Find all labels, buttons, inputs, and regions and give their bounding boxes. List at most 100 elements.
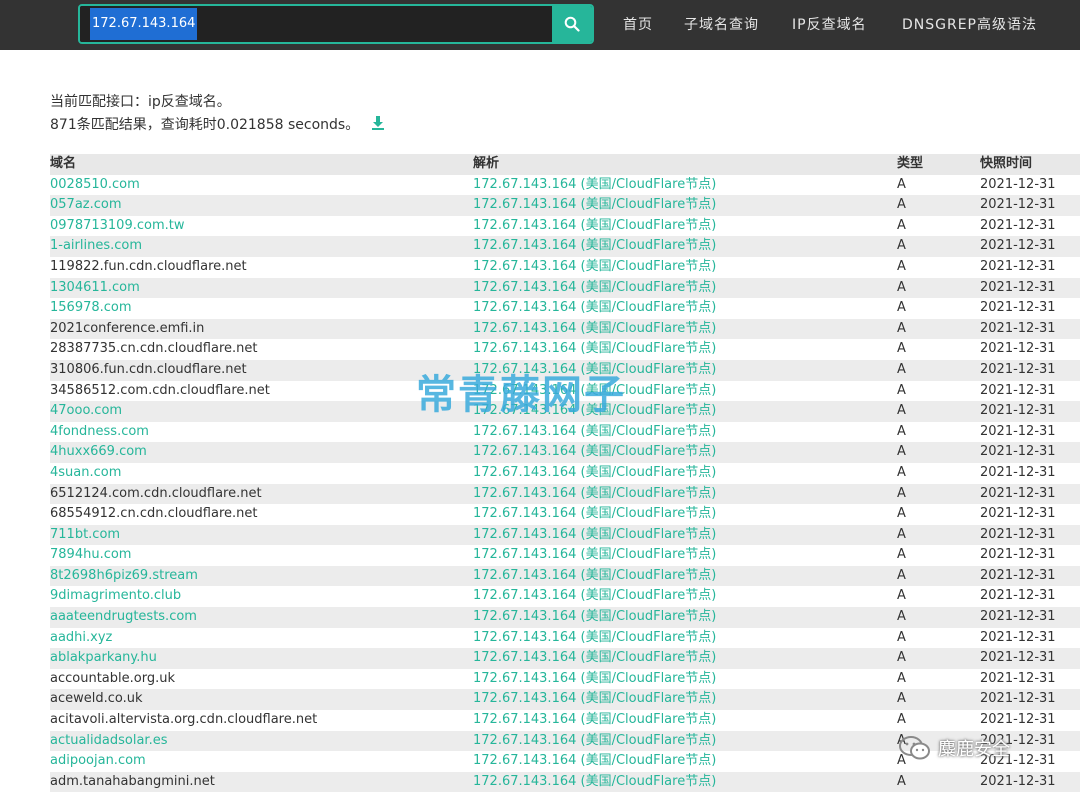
domain-cell: 310806.fun.cdn.cloudflare.net bbox=[50, 360, 473, 381]
domain-link[interactable]: ablakparkany.hu bbox=[50, 650, 157, 665]
search-button[interactable] bbox=[552, 6, 592, 42]
domain-link[interactable]: 0028510.com bbox=[50, 177, 140, 192]
record-type-cell: A bbox=[897, 650, 906, 666]
record-type-cell: A bbox=[897, 526, 906, 542]
resolve-link[interactable]: 172.67.143.164 (美国/CloudFlare节点) bbox=[473, 300, 716, 315]
resolve-link[interactable]: 172.67.143.164 (美国/CloudFlare节点) bbox=[473, 259, 716, 274]
snapshot-date-cell: 2021-12-31 bbox=[980, 444, 1056, 460]
resolve-link[interactable]: 172.67.143.164 (美国/CloudFlare节点) bbox=[473, 671, 716, 686]
domain-link[interactable]: actualidadsolar.es bbox=[50, 733, 167, 748]
top-navbar: 172.67.143.164 首页 子域名查询 IP反查域名 DNSGREP高级… bbox=[0, 0, 1080, 50]
resolve-link[interactable]: 172.67.143.164 (美国/CloudFlare节点) bbox=[473, 238, 716, 253]
domain-link[interactable]: 1-airlines.com bbox=[50, 238, 142, 253]
resolve-link[interactable]: 172.67.143.164 (美国/CloudFlare节点) bbox=[473, 774, 716, 789]
resolve-cell: 172.67.143.164 (美国/CloudFlare节点) bbox=[473, 442, 897, 463]
domain-cell: 8t2698h6piz69.stream bbox=[50, 566, 473, 587]
resolve-link[interactable]: 172.67.143.164 (美国/CloudFlare节点) bbox=[473, 280, 716, 295]
domain-link[interactable]: 057az.com bbox=[50, 197, 122, 212]
snapshot-date-cell: 2021-12-31 bbox=[980, 629, 1056, 645]
domain-cell: 057az.com bbox=[50, 195, 473, 216]
nav-home[interactable]: 首页 bbox=[623, 0, 653, 50]
snapshot-date-cell: 2021-12-31 bbox=[980, 712, 1056, 728]
record-type-cell: A bbox=[897, 773, 906, 789]
table-row: 6512124.com.cdn.cloudflare.net 172.67.143… bbox=[50, 483, 1080, 505]
domain-link[interactable]: 0978713109.com.tw bbox=[50, 218, 184, 233]
resolve-link[interactable]: 172.67.143.164 (美国/CloudFlare节点) bbox=[473, 527, 716, 542]
table-row: 1-airlines.com 172.67.143.164 (美国/CloudFl… bbox=[50, 236, 1080, 257]
record-type-cell: A bbox=[897, 258, 906, 274]
nav-ip-reverse[interactable]: IP反查域名 bbox=[792, 0, 867, 50]
table-row: aadhi.xyz 172.67.143.164 (美国/CloudFlare节点… bbox=[50, 627, 1080, 649]
resolve-cell: 172.67.143.164 (美国/CloudFlare节点) bbox=[473, 772, 897, 793]
resolve-link[interactable]: 172.67.143.164 (美国/CloudFlare节点) bbox=[473, 486, 716, 501]
domain-link[interactable]: 8t2698h6piz69.stream bbox=[50, 568, 198, 583]
record-type-cell: A bbox=[897, 629, 906, 645]
record-type-cell: A bbox=[897, 547, 906, 563]
snapshot-date-cell: 2021-12-31 bbox=[980, 506, 1056, 522]
resolve-cell: 172.67.143.164 (美国/CloudFlare节点) bbox=[473, 339, 897, 360]
wechat-icon bbox=[899, 736, 930, 760]
domain-cell: acitavoli.altervista.org.cdn.cloudflare.… bbox=[50, 710, 473, 731]
resolve-link[interactable]: 172.67.143.164 (美国/CloudFlare节点) bbox=[473, 568, 716, 583]
resolve-link[interactable]: 172.67.143.164 (美国/CloudFlare节点) bbox=[473, 753, 716, 768]
resolve-link[interactable]: 172.67.143.164 (美国/CloudFlare节点) bbox=[473, 547, 716, 562]
resolve-link[interactable]: 172.67.143.164 (美国/CloudFlare节点) bbox=[473, 321, 716, 336]
domain-link[interactable]: 4suan.com bbox=[50, 465, 121, 480]
result-count-text: 871条匹配结果，查询耗时0.021858 seconds。 bbox=[50, 117, 360, 133]
domain-link[interactable]: 156978.com bbox=[50, 300, 132, 315]
table-row: 4huxx669.com 172.67.143.164 (美国/CloudFlar… bbox=[50, 442, 1080, 463]
resolve-cell: 172.67.143.164 (美国/CloudFlare节点) bbox=[473, 731, 897, 752]
resolve-link[interactable]: 172.67.143.164 (美国/CloudFlare节点) bbox=[473, 712, 716, 727]
resolve-link[interactable]: 172.67.143.164 (美国/CloudFlare节点) bbox=[473, 444, 716, 459]
domain-cell: 1304611.com bbox=[50, 278, 473, 299]
resolve-link[interactable]: 172.67.143.164 (美国/CloudFlare节点) bbox=[473, 197, 716, 212]
domain-link[interactable]: 711bt.com bbox=[50, 527, 120, 542]
snapshot-date-cell: 2021-12-31 bbox=[980, 567, 1056, 583]
domain-link[interactable]: 1304611.com bbox=[50, 280, 140, 295]
nav-subdomain-query[interactable]: 子域名查询 bbox=[684, 0, 759, 50]
domain-text: 68554912.cn.cdn.cloudflare.net bbox=[50, 506, 258, 522]
resolve-cell: 172.67.143.164 (美国/CloudFlare节点) bbox=[473, 525, 897, 546]
resolve-link[interactable]: 172.67.143.164 (美国/CloudFlare节点) bbox=[473, 506, 716, 521]
download-button[interactable] bbox=[370, 115, 386, 135]
record-type-cell: A bbox=[897, 217, 906, 233]
domain-cell: aadhi.xyz bbox=[50, 628, 473, 649]
resolve-link[interactable]: 172.67.143.164 (美国/CloudFlare节点) bbox=[473, 650, 716, 665]
resolve-cell: 172.67.143.164 (美国/CloudFlare节点) bbox=[473, 566, 897, 587]
domain-link[interactable]: aaateendrugtests.com bbox=[50, 609, 197, 624]
domain-link[interactable]: 4huxx669.com bbox=[50, 444, 147, 459]
domain-link[interactable]: 4fondness.com bbox=[50, 424, 149, 439]
table-row: 7894hu.com 172.67.143.164 (美国/CloudFlare节… bbox=[50, 545, 1080, 566]
resolve-link[interactable]: 172.67.143.164 (美国/CloudFlare节点) bbox=[473, 609, 716, 624]
resolve-cell: 172.67.143.164 (美国/CloudFlare节点) bbox=[473, 689, 897, 710]
col-header-resolve: 解析 bbox=[473, 156, 500, 171]
resolve-link[interactable]: 172.67.143.164 (美国/CloudFlare节点) bbox=[473, 424, 716, 439]
resolve-cell: 172.67.143.164 (美国/CloudFlare节点) bbox=[473, 175, 897, 196]
domain-link[interactable]: aadhi.xyz bbox=[50, 630, 112, 645]
domain-cell: 711bt.com bbox=[50, 525, 473, 546]
nav-dnsgrep-syntax[interactable]: DNSGREP高级语法 bbox=[902, 0, 1037, 50]
record-type-cell: A bbox=[897, 403, 906, 419]
domain-link[interactable]: 7894hu.com bbox=[50, 547, 131, 562]
domain-link[interactable]: adipoojan.com bbox=[50, 753, 146, 768]
domain-link[interactable]: 47ooo.com bbox=[50, 403, 122, 418]
resolve-link[interactable]: 172.67.143.164 (美国/CloudFlare节点) bbox=[473, 218, 716, 233]
table-row: 0978713109.com.tw 172.67.143.164 (美国/Clou… bbox=[50, 215, 1080, 237]
table-row: 2021conference.emfi.in 172.67.143.164 (美国… bbox=[50, 318, 1080, 340]
resolve-link[interactable]: 172.67.143.164 (美国/CloudFlare节点) bbox=[473, 588, 716, 603]
resolve-link[interactable]: 172.67.143.164 (美国/CloudFlare节点) bbox=[473, 341, 716, 356]
record-type-cell: A bbox=[897, 423, 906, 439]
domain-link[interactable]: 9dimagrimento.club bbox=[50, 588, 181, 603]
resolve-link[interactable]: 172.67.143.164 (美国/CloudFlare节点) bbox=[473, 465, 716, 480]
record-type-cell: A bbox=[897, 341, 906, 357]
resolve-link[interactable]: 172.67.143.164 (美国/CloudFlare节点) bbox=[473, 630, 716, 645]
search-icon bbox=[564, 16, 580, 32]
snapshot-date-cell: 2021-12-31 bbox=[980, 217, 1056, 233]
resolve-link[interactable]: 172.67.143.164 (美国/CloudFlare节点) bbox=[473, 691, 716, 706]
resolve-link[interactable]: 172.67.143.164 (美国/CloudFlare节点) bbox=[473, 733, 716, 748]
resolve-cell: 172.67.143.164 (美国/CloudFlare节点) bbox=[473, 607, 897, 628]
table-row: aceweld.co.uk 172.67.143.164 (美国/CloudFla… bbox=[50, 689, 1080, 711]
domain-cell: adm.tanahabangmini.net bbox=[50, 772, 473, 793]
resolve-link[interactable]: 172.67.143.164 (美国/CloudFlare节点) bbox=[473, 177, 716, 192]
table-row: 1304611.com 172.67.143.164 (美国/CloudFlare… bbox=[50, 277, 1080, 299]
